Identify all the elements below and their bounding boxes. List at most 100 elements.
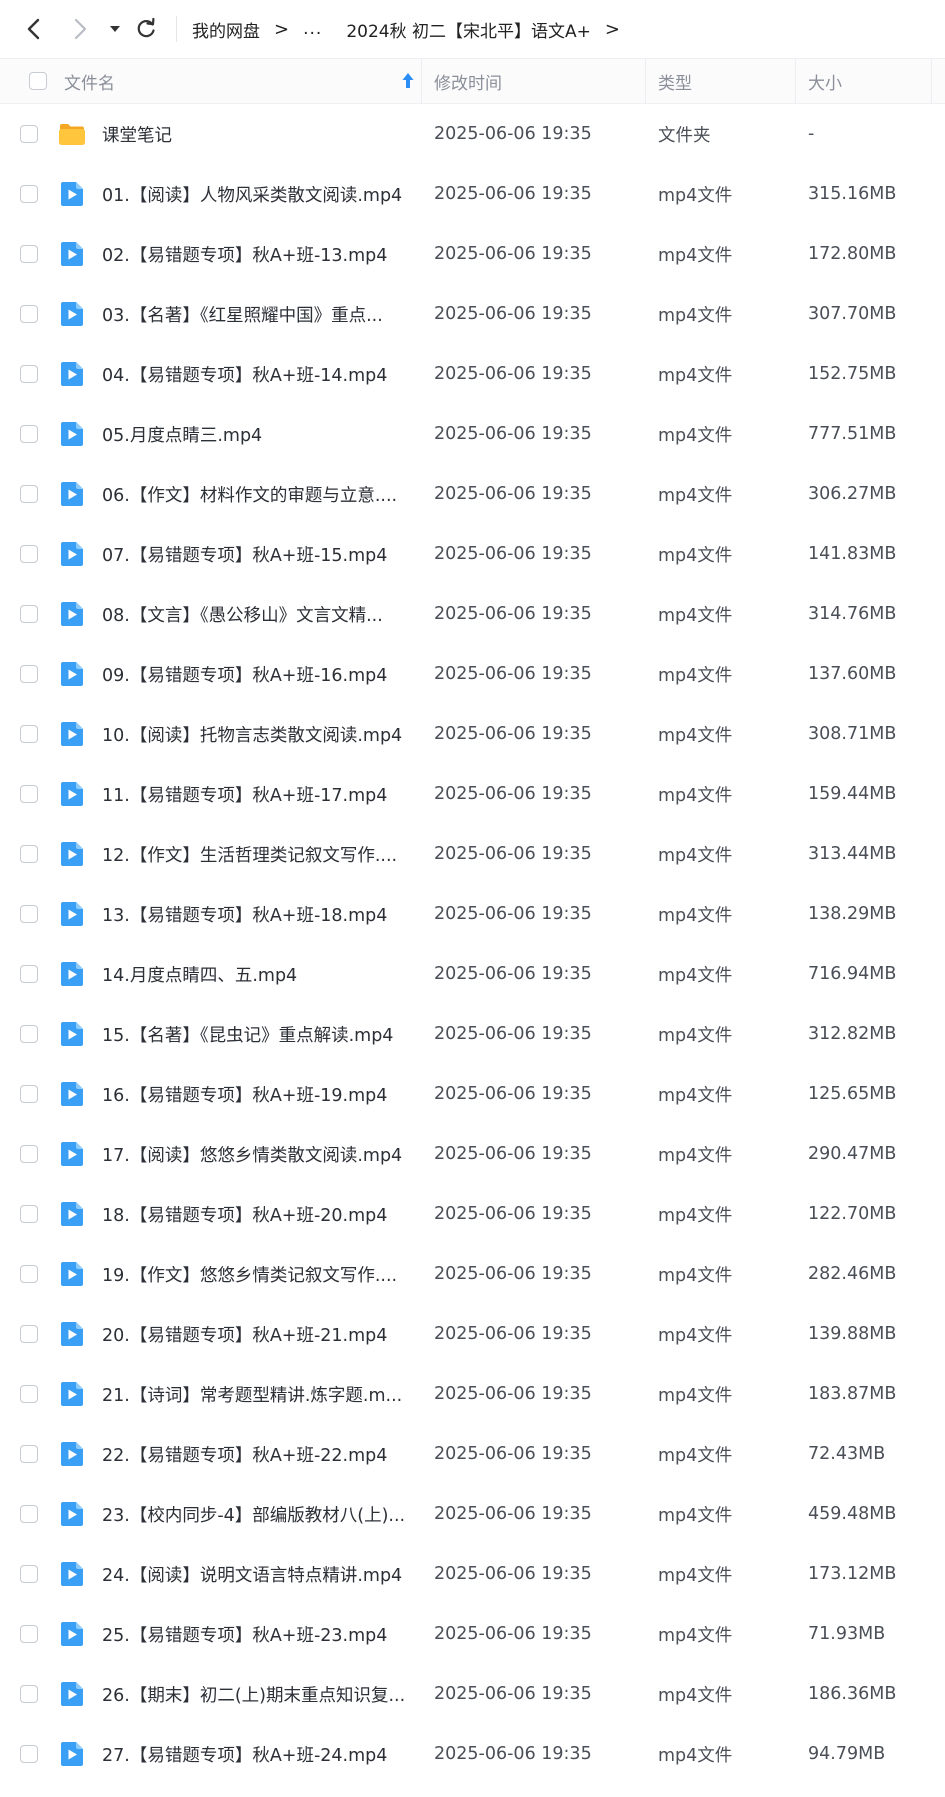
row-checkbox[interactable] bbox=[20, 425, 38, 443]
file-row[interactable]: 07.【易错题专项】秋A+班-15.mp4 2025-06-06 19:35 m… bbox=[0, 524, 945, 584]
row-checkbox[interactable] bbox=[20, 905, 38, 923]
row-checkbox[interactable] bbox=[20, 1025, 38, 1043]
row-checkbox[interactable] bbox=[20, 485, 38, 503]
select-all-checkbox[interactable] bbox=[29, 72, 47, 90]
file-row[interactable]: 12.【作文】生活哲理类记叙文写作.... 2025-06-06 19:35 m… bbox=[0, 824, 945, 884]
column-header-time[interactable]: 修改时间 bbox=[422, 59, 646, 103]
row-checkbox[interactable] bbox=[20, 545, 38, 563]
sort-ascending-icon[interactable] bbox=[401, 72, 415, 90]
row-checkbox[interactable] bbox=[20, 1685, 38, 1703]
file-name-cell[interactable]: 课堂笔记 bbox=[102, 104, 412, 164]
file-name[interactable]: 07.【易错题专项】秋A+班-15.mp4 bbox=[102, 542, 387, 567]
file-name[interactable]: 08.【文言】《愚公移山》文言文精... bbox=[102, 602, 383, 627]
file-name[interactable]: 15.【名著】《昆虫记》重点解读.mp4 bbox=[102, 1022, 393, 1047]
file-name[interactable]: 17.【阅读】悠悠乡情类散文阅读.mp4 bbox=[102, 1142, 402, 1167]
row-checkbox[interactable] bbox=[20, 1625, 38, 1643]
row-checkbox[interactable] bbox=[20, 185, 38, 203]
file-name[interactable]: 05.月度点睛三.mp4 bbox=[102, 422, 262, 447]
column-header-name[interactable]: 文件名 bbox=[58, 59, 422, 103]
file-name-cell[interactable]: 08.【文言】《愚公移山》文言文精... bbox=[102, 584, 412, 644]
file-row[interactable]: 27.【易错题专项】秋A+班-24.mp4 2025-06-06 19:35 m… bbox=[0, 1724, 945, 1784]
file-name-cell[interactable]: 18.【易错题专项】秋A+班-20.mp4 bbox=[102, 1184, 412, 1244]
breadcrumb-separator[interactable]: > bbox=[605, 19, 620, 40]
file-name-cell[interactable]: 25.【易错题专项】秋A+班-23.mp4 bbox=[102, 1604, 412, 1664]
row-checkbox[interactable] bbox=[20, 1205, 38, 1223]
file-name[interactable]: 20.【易错题专项】秋A+班-21.mp4 bbox=[102, 1322, 387, 1347]
file-row[interactable]: 05.月度点睛三.mp4 2025-06-06 19:35 mp4文件 777.… bbox=[0, 404, 945, 464]
file-name[interactable]: 21.【诗词】常考题型精讲.炼字题.m... bbox=[102, 1382, 402, 1407]
forward-button[interactable] bbox=[64, 13, 96, 45]
file-name-cell[interactable]: 19.【作文】悠悠乡情类记叙文写作.... bbox=[102, 1244, 412, 1304]
back-button[interactable] bbox=[18, 13, 50, 45]
file-name-cell[interactable]: 03.【名著】《红星照耀中国》重点... bbox=[102, 284, 412, 344]
row-checkbox[interactable] bbox=[20, 365, 38, 383]
file-name[interactable]: 18.【易错题专项】秋A+班-20.mp4 bbox=[102, 1202, 387, 1227]
file-row[interactable]: 19.【作文】悠悠乡情类记叙文写作.... 2025-06-06 19:35 m… bbox=[0, 1244, 945, 1304]
file-name[interactable]: 14.月度点睛四、五.mp4 bbox=[102, 962, 297, 987]
row-checkbox[interactable] bbox=[20, 725, 38, 743]
row-checkbox[interactable] bbox=[20, 785, 38, 803]
file-name-cell[interactable]: 17.【阅读】悠悠乡情类散文阅读.mp4 bbox=[102, 1124, 412, 1184]
row-checkbox[interactable] bbox=[20, 605, 38, 623]
row-checkbox[interactable] bbox=[20, 1085, 38, 1103]
file-name-cell[interactable]: 11.【易错题专项】秋A+班-17.mp4 bbox=[102, 764, 412, 824]
file-row[interactable]: 15.【名著】《昆虫记》重点解读.mp4 2025-06-06 19:35 mp… bbox=[0, 1004, 945, 1064]
file-name[interactable]: 26.【期末】初二(上)期末重点知识复... bbox=[102, 1682, 405, 1707]
file-row[interactable]: 08.【文言】《愚公移山》文言文精... 2025-06-06 19:35 mp… bbox=[0, 584, 945, 644]
row-checkbox[interactable] bbox=[20, 1505, 38, 1523]
file-row[interactable]: 26.【期末】初二(上)期末重点知识复... 2025-06-06 19:35 … bbox=[0, 1664, 945, 1724]
row-checkbox[interactable] bbox=[20, 1145, 38, 1163]
row-checkbox[interactable] bbox=[20, 1265, 38, 1283]
file-name-cell[interactable]: 02.【易错题专项】秋A+班-13.mp4 bbox=[102, 224, 412, 284]
file-name-cell[interactable]: 16.【易错题专项】秋A+班-19.mp4 bbox=[102, 1064, 412, 1124]
file-row[interactable]: 20.【易错题专项】秋A+班-21.mp4 2025-06-06 19:35 m… bbox=[0, 1304, 945, 1364]
file-row[interactable]: 25.【易错题专项】秋A+班-23.mp4 2025-06-06 19:35 m… bbox=[0, 1604, 945, 1664]
file-name-cell[interactable]: 23.【校内同步-4】部编版教材八(上)... bbox=[102, 1484, 412, 1544]
file-name[interactable]: 13.【易错题专项】秋A+班-18.mp4 bbox=[102, 902, 387, 927]
row-checkbox[interactable] bbox=[20, 1385, 38, 1403]
file-row[interactable]: 21.【诗词】常考题型精讲.炼字题.m... 2025-06-06 19:35 … bbox=[0, 1364, 945, 1424]
file-row[interactable]: 18.【易错题专项】秋A+班-20.mp4 2025-06-06 19:35 m… bbox=[0, 1184, 945, 1244]
row-checkbox[interactable] bbox=[20, 845, 38, 863]
row-checkbox[interactable] bbox=[20, 665, 38, 683]
file-name[interactable]: 12.【作文】生活哲理类记叙文写作.... bbox=[102, 842, 397, 867]
file-name-cell[interactable]: 22.【易错题专项】秋A+班-22.mp4 bbox=[102, 1424, 412, 1484]
row-checkbox[interactable] bbox=[20, 245, 38, 263]
row-checkbox[interactable] bbox=[20, 1325, 38, 1343]
file-name-cell[interactable]: 04.【易错题专项】秋A+班-14.mp4 bbox=[102, 344, 412, 404]
file-name-cell[interactable]: 27.【易错题专项】秋A+班-24.mp4 bbox=[102, 1724, 412, 1784]
file-name[interactable]: 16.【易错题专项】秋A+班-19.mp4 bbox=[102, 1082, 387, 1107]
file-name-cell[interactable]: 13.【易错题专项】秋A+班-18.mp4 bbox=[102, 884, 412, 944]
file-name[interactable]: 02.【易错题专项】秋A+班-13.mp4 bbox=[102, 242, 387, 267]
file-name[interactable]: 23.【校内同步-4】部编版教材八(上)... bbox=[102, 1502, 405, 1527]
file-name-cell[interactable]: 10.【阅读】托物言志类散文阅读.mp4 bbox=[102, 704, 412, 764]
file-name[interactable]: 课堂笔记 bbox=[102, 122, 172, 147]
file-row[interactable]: 14.月度点睛四、五.mp4 2025-06-06 19:35 mp4文件 71… bbox=[0, 944, 945, 1004]
breadcrumb-ellipsis[interactable]: ... bbox=[303, 19, 322, 39]
row-checkbox[interactable] bbox=[20, 1565, 38, 1583]
row-checkbox[interactable] bbox=[20, 1445, 38, 1463]
file-name[interactable]: 06.【作文】材料作文的审题与立意.... bbox=[102, 482, 397, 507]
file-name-cell[interactable]: 21.【诗词】常考题型精讲.炼字题.m... bbox=[102, 1364, 412, 1424]
row-checkbox[interactable] bbox=[20, 305, 38, 323]
history-dropdown-button[interactable] bbox=[104, 17, 126, 41]
file-name[interactable]: 10.【阅读】托物言志类散文阅读.mp4 bbox=[102, 722, 402, 747]
file-row[interactable]: 01.【阅读】人物风采类散文阅读.mp4 2025-06-06 19:35 mp… bbox=[0, 164, 945, 224]
file-name[interactable]: 04.【易错题专项】秋A+班-14.mp4 bbox=[102, 362, 387, 387]
file-name[interactable]: 22.【易错题专项】秋A+班-22.mp4 bbox=[102, 1442, 387, 1467]
file-row[interactable]: 课堂笔记 2025-06-06 19:35 文件夹 - bbox=[0, 104, 945, 164]
file-name-cell[interactable]: 06.【作文】材料作文的审题与立意.... bbox=[102, 464, 412, 524]
file-name[interactable]: 09.【易错题专项】秋A+班-16.mp4 bbox=[102, 662, 387, 687]
file-name[interactable]: 25.【易错题专项】秋A+班-23.mp4 bbox=[102, 1622, 387, 1647]
breadcrumb-current[interactable]: 2024秋 初二【宋北平】语文A+ bbox=[346, 17, 591, 42]
file-name-cell[interactable]: 09.【易错题专项】秋A+班-16.mp4 bbox=[102, 644, 412, 704]
column-header-type[interactable]: 类型 bbox=[646, 59, 796, 103]
file-name-cell[interactable]: 20.【易错题专项】秋A+班-21.mp4 bbox=[102, 1304, 412, 1364]
column-header-size[interactable]: 大小 bbox=[796, 59, 932, 103]
file-row[interactable]: 03.【名著】《红星照耀中国》重点... 2025-06-06 19:35 mp… bbox=[0, 284, 945, 344]
file-row[interactable]: 23.【校内同步-4】部编版教材八(上)... 2025-06-06 19:35… bbox=[0, 1484, 945, 1544]
file-row[interactable]: 10.【阅读】托物言志类散文阅读.mp4 2025-06-06 19:35 mp… bbox=[0, 704, 945, 764]
breadcrumb-root[interactable]: 我的网盘 bbox=[192, 17, 260, 42]
file-name[interactable]: 01.【阅读】人物风采类散文阅读.mp4 bbox=[102, 182, 402, 207]
file-name[interactable]: 27.【易错题专项】秋A+班-24.mp4 bbox=[102, 1742, 387, 1767]
